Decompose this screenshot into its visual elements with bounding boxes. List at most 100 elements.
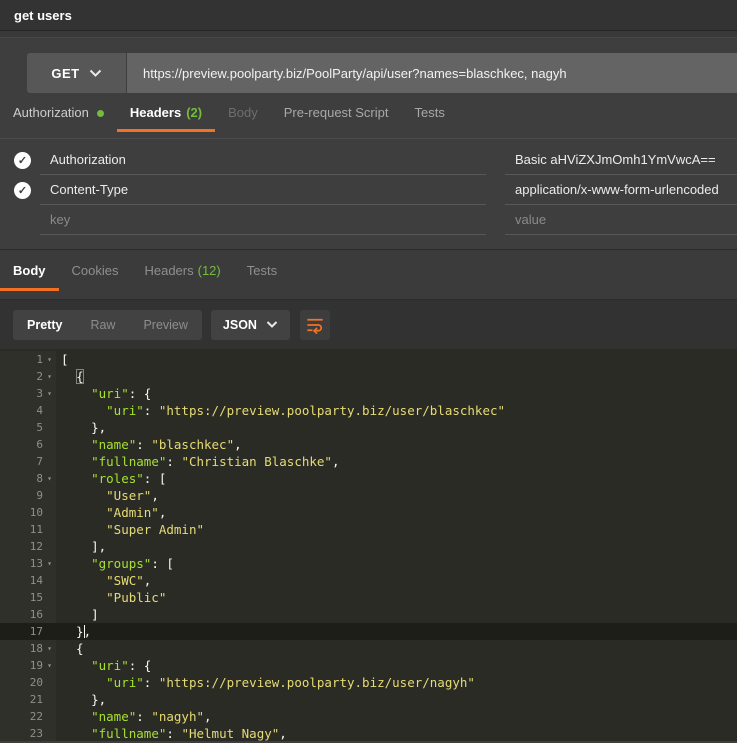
code-line[interactable]: 7 "fullname": "Christian Blaschke", [0, 453, 737, 470]
header-value-cell[interactable]: application/x-www-form-urlencoded [505, 175, 737, 205]
code-line[interactable]: 16 ] [0, 606, 737, 623]
gutter-line-number: 1▾ [0, 351, 56, 368]
code-line[interactable]: 18▾ { [0, 640, 737, 657]
header-row-content-type: ✓ Content-Type application/x-www-form-ur… [0, 175, 737, 205]
code-line[interactable]: 21 }, [0, 691, 737, 708]
code-line[interactable]: 17 }, [0, 623, 737, 640]
gutter-line-number: 18▾ [0, 640, 56, 657]
code-line[interactable]: 13▾ "groups": [ [0, 555, 737, 572]
header-checkbox-cell: ✓ [0, 145, 40, 175]
url-row: GET https://preview.poolparty.biz/PoolPa… [27, 53, 737, 93]
gutter-line-number: 2▾ [0, 368, 56, 385]
fold-toggle-icon[interactable]: ▾ [43, 368, 56, 385]
header-row-new [0, 205, 737, 235]
tab-headers[interactable]: Headers (2) [117, 93, 215, 132]
response-tab-headers[interactable]: Headers (12) [131, 250, 233, 291]
code-line[interactable]: 11 "Super Admin" [0, 521, 737, 538]
chevron-down-icon [89, 69, 102, 77]
view-mode-preview[interactable]: Preview [129, 310, 201, 340]
url-input[interactable]: https://preview.poolparty.biz/PoolParty/… [127, 53, 737, 93]
checkbox-checked-icon[interactable]: ✓ [14, 182, 31, 199]
tab-body[interactable]: Body [215, 93, 271, 132]
tab-authorization[interactable]: Authorization [0, 93, 117, 132]
response-tab-tests[interactable]: Tests [234, 250, 290, 291]
fold-toggle-icon[interactable]: ▾ [43, 470, 56, 487]
gutter-line-number: 15 [0, 589, 56, 606]
header-key-cell[interactable]: Authorization [40, 145, 486, 175]
code-line[interactable]: 3▾ "uri": { [0, 385, 737, 402]
code-line[interactable]: 14 "SWC", [0, 572, 737, 589]
response-tab-body[interactable]: Body [0, 250, 59, 291]
code-line-text: "name": "nagyh", [56, 708, 212, 725]
response-toolbar: Pretty Raw Preview JSON [0, 300, 737, 349]
gutter-line-number: 3▾ [0, 385, 56, 402]
code-line-text: "uri": { [56, 657, 151, 674]
gutter-line-number: 21 [0, 691, 56, 708]
request-title-bar: get users [0, 0, 737, 31]
header-value-cell[interactable]: Basic aHViZXJmOmh1YmVwcA== [505, 145, 737, 175]
gutter-line-number: 8▾ [0, 470, 56, 487]
view-mode-raw[interactable]: Raw [76, 310, 129, 340]
gutter-line-number: 11 [0, 521, 56, 538]
code-line-text: [ [56, 351, 69, 368]
checkbox-checked-icon[interactable]: ✓ [14, 152, 31, 169]
new-header-value-input[interactable] [505, 205, 737, 235]
code-line[interactable]: 4 "uri": "https://preview.poolparty.biz/… [0, 402, 737, 419]
request-tab-title: get users [14, 8, 72, 23]
tab-pre-request-script-label: Pre-request Script [284, 105, 389, 121]
code-line[interactable]: 5 }, [0, 419, 737, 436]
code-line-text: "groups": [ [56, 555, 174, 572]
code-line-text: "roles": [ [56, 470, 166, 487]
fold-toggle-icon[interactable]: ▾ [43, 555, 56, 572]
code-line-text: "uri": "https://preview.poolparty.biz/us… [56, 402, 505, 419]
code-line[interactable]: 20 "uri": "https://preview.poolparty.biz… [0, 674, 737, 691]
code-line[interactable]: 19▾ "uri": { [0, 657, 737, 674]
new-header-key-input[interactable] [40, 205, 486, 235]
code-line-text: "fullname": "Helmut Nagy", [56, 725, 287, 741]
format-dropdown[interactable]: JSON [211, 310, 290, 340]
code-line[interactable]: 1▾[ [0, 351, 737, 368]
code-line[interactable]: 9 "User", [0, 487, 737, 504]
view-mode-toggle: Pretty Raw Preview [13, 310, 202, 340]
header-key-cell[interactable]: Content-Type [40, 175, 486, 205]
method-dropdown[interactable]: GET [27, 53, 126, 93]
code-line[interactable]: 22 "name": "nagyh", [0, 708, 737, 725]
gutter-line-number: 22 [0, 708, 56, 725]
fold-toggle-icon[interactable]: ▾ [43, 640, 56, 657]
code-line-text: }, [56, 623, 91, 640]
wrap-text-button[interactable] [300, 310, 330, 340]
code-line[interactable]: 23 "fullname": "Helmut Nagy", [0, 725, 737, 741]
gutter-line-number: 10 [0, 504, 56, 521]
response-body-editor[interactable]: 1▾[2▾ {3▾ "uri": {4 "uri": "https://prev… [0, 349, 737, 741]
gutter-line-number: 14 [0, 572, 56, 589]
code-line[interactable]: 8▾ "roles": [ [0, 470, 737, 487]
fold-toggle-icon[interactable]: ▾ [43, 385, 56, 402]
code-line[interactable]: 6 "name": "blaschkec", [0, 436, 737, 453]
gutter-line-number: 6 [0, 436, 56, 453]
gutter-line-number: 4 [0, 402, 56, 419]
response-tab-headers-label: Headers [144, 263, 193, 278]
gutter-line-number: 13▾ [0, 555, 56, 572]
response-tab-cookies[interactable]: Cookies [59, 250, 132, 291]
gutter-line-number: 9 [0, 487, 56, 504]
gutter-line-number: 23 [0, 725, 56, 741]
code-line-text: }, [56, 691, 106, 708]
code-line[interactable]: 10 "Admin", [0, 504, 737, 521]
response-tab-cookies-label: Cookies [72, 263, 119, 278]
code-line[interactable]: 2▾ { [0, 368, 737, 385]
response-panel: Body Cookies Headers (12) Tests Pretty Ra… [0, 249, 737, 741]
fold-toggle-icon[interactable]: ▾ [43, 351, 56, 368]
fold-toggle-icon[interactable]: ▾ [43, 657, 56, 674]
code-line[interactable]: 15 "Public" [0, 589, 737, 606]
code-line-text: "fullname": "Christian Blaschke", [56, 453, 339, 470]
headers-editor: ✓ Authorization Basic aHViZXJmOmh1YmVwcA… [0, 145, 737, 249]
code-line[interactable]: 12 ], [0, 538, 737, 555]
response-tab-headers-count: (12) [198, 263, 221, 278]
gutter-line-number: 17 [0, 623, 56, 640]
auth-configured-dot-icon [97, 110, 104, 117]
view-mode-pretty[interactable]: Pretty [13, 310, 76, 340]
code-line-text: { [56, 368, 84, 385]
tab-tests[interactable]: Tests [402, 93, 458, 132]
tab-pre-request-script[interactable]: Pre-request Script [271, 93, 402, 132]
code-line-text: "Public" [56, 589, 166, 606]
